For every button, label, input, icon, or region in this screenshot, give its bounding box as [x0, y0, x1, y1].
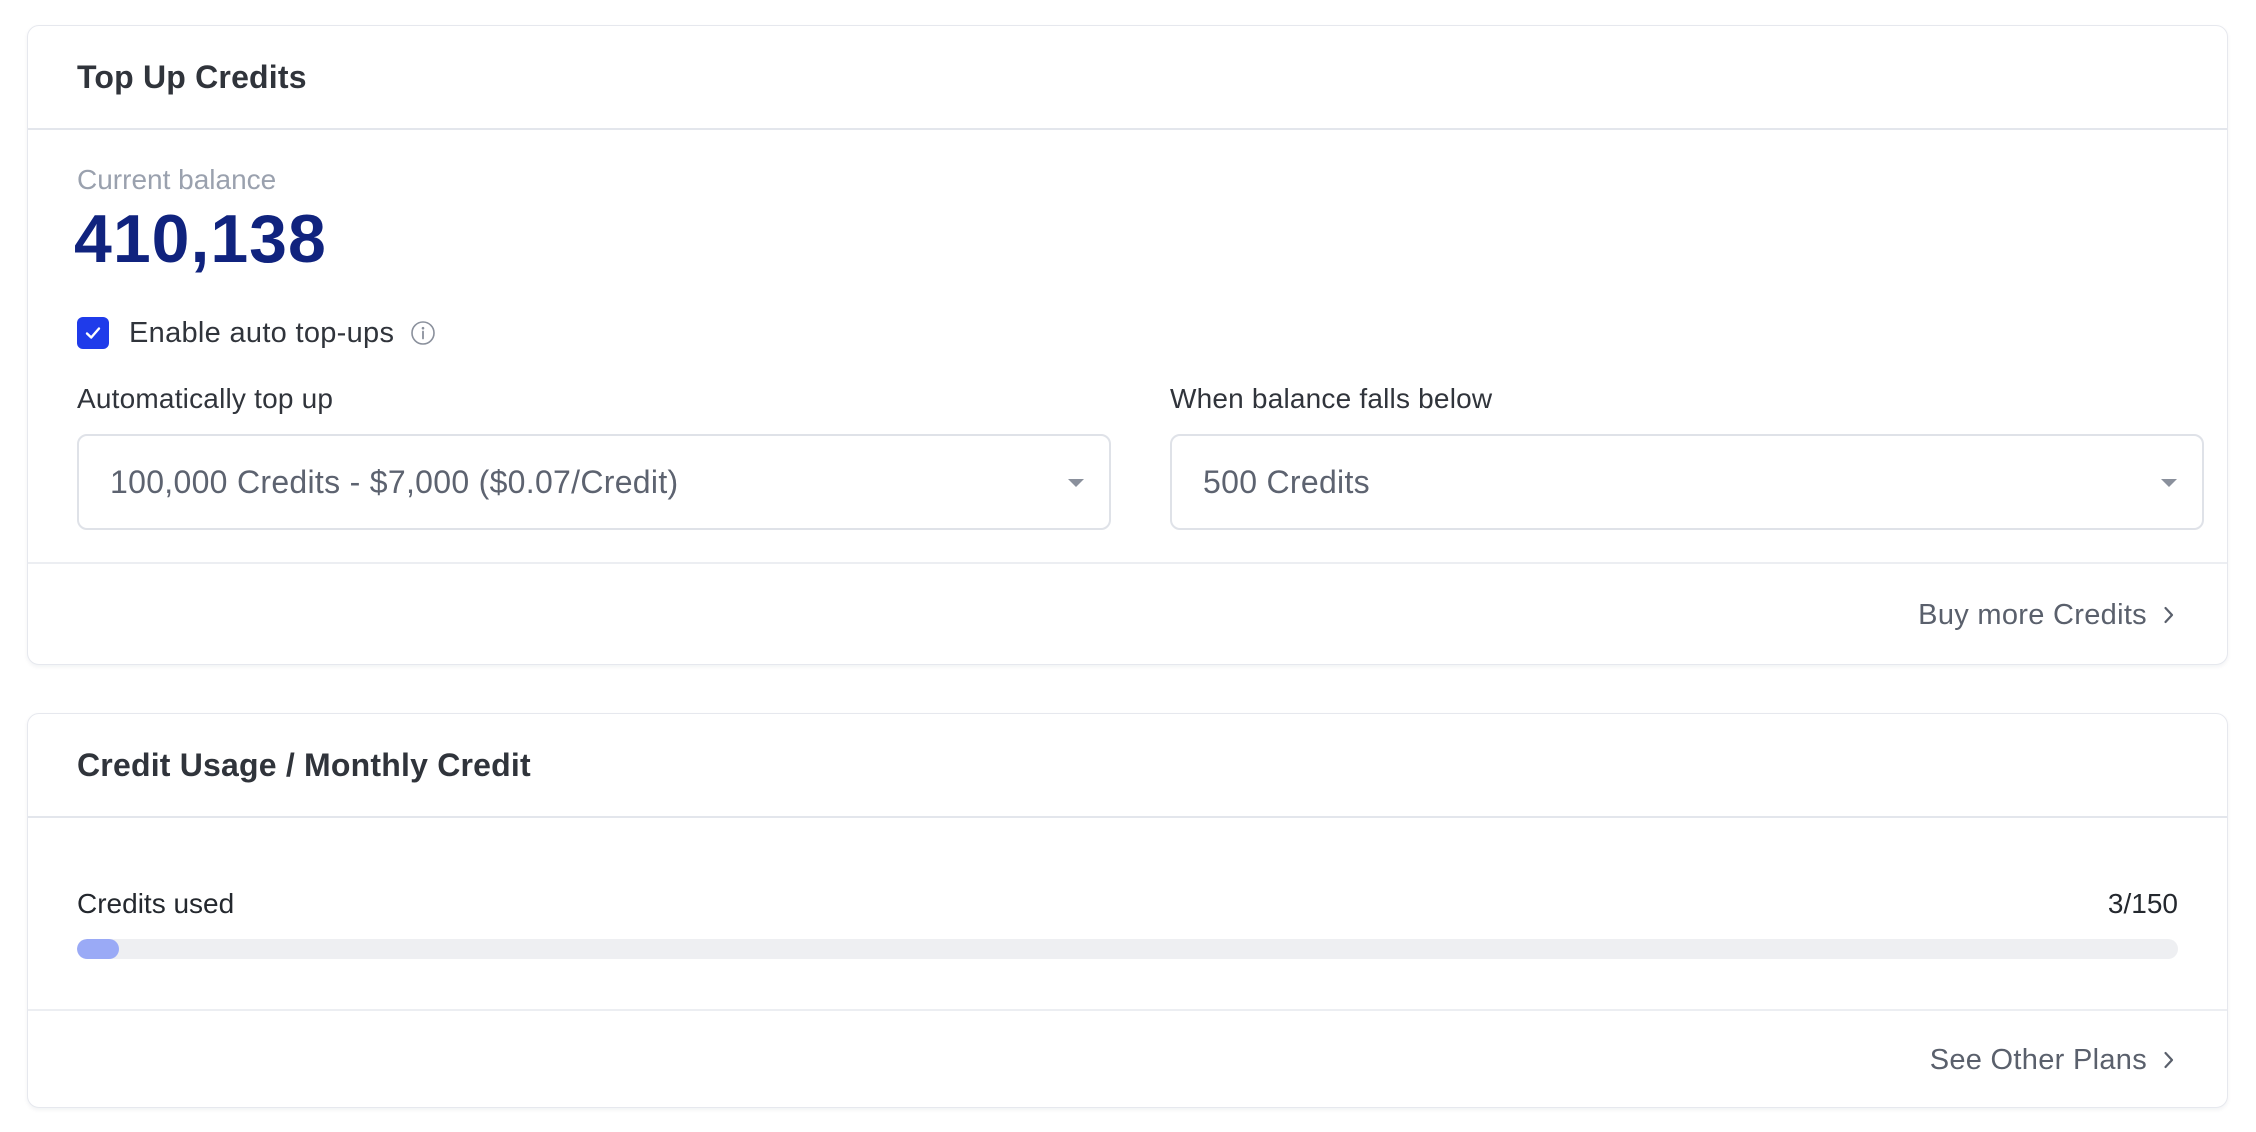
credits-used-progress-fill: [77, 939, 120, 959]
credits-used-row: Credits used 3/150: [77, 888, 2178, 920]
credit-usage-footer: See Other Plans: [28, 1009, 2227, 1107]
auto-topup-row: Enable auto top-ups: [77, 316, 436, 350]
check-icon: [85, 327, 101, 339]
info-icon[interactable]: [410, 320, 436, 346]
caret-down-icon: [1068, 479, 1084, 487]
auto-topup-label[interactable]: Enable auto top-ups: [129, 317, 394, 350]
chevron-right-icon: [2163, 1050, 2175, 1070]
credit-usage-header: Credit Usage / Monthly Credit: [28, 714, 2227, 818]
caret-down-icon: [2161, 479, 2177, 487]
threshold-value: 500 Credits: [1203, 463, 1370, 500]
see-other-plans-label: See Other Plans: [1929, 1043, 2147, 1076]
top-up-credits-card: Top Up Credits Current balance 410,138 E…: [27, 25, 2228, 665]
current-balance-value: 410,138: [74, 201, 327, 277]
auto-topup-amount-label: Automatically top up: [77, 383, 334, 414]
top-up-credits-body: Current balance 410,138 Enable auto top-…: [28, 130, 2227, 562]
auto-topup-checkbox[interactable]: [77, 317, 109, 349]
top-up-credits-footer: Buy more Credits: [28, 562, 2227, 664]
current-balance-label: Current balance: [77, 164, 277, 195]
card-title: Credit Usage / Monthly Credit: [77, 746, 531, 783]
credits-used-label: Credits used: [77, 888, 235, 919]
auto-topup-amount-select[interactable]: 100,000 Credits - $7,000 ($0.07/Credit): [77, 434, 1111, 530]
card-title: Top Up Credits: [77, 58, 307, 95]
auto-topup-amount-value: 100,000 Credits - $7,000 ($0.07/Credit): [110, 463, 679, 500]
top-up-credits-header: Top Up Credits: [28, 26, 2227, 130]
buy-more-credits-link[interactable]: Buy more Credits: [1918, 599, 2175, 632]
credit-usage-card: Credit Usage / Monthly Credit Credits us…: [27, 713, 2228, 1108]
see-other-plans-link[interactable]: See Other Plans: [1930, 1044, 2175, 1077]
credits-used-count: 3/150: [2107, 888, 2178, 919]
threshold-select[interactable]: 500 Credits: [1170, 434, 2204, 530]
threshold-label: When balance falls below: [1170, 383, 1493, 414]
buy-more-credits-label: Buy more Credits: [1918, 598, 2147, 631]
chevron-right-icon: [2163, 605, 2175, 625]
credits-used-progress-bar: [77, 939, 2178, 959]
